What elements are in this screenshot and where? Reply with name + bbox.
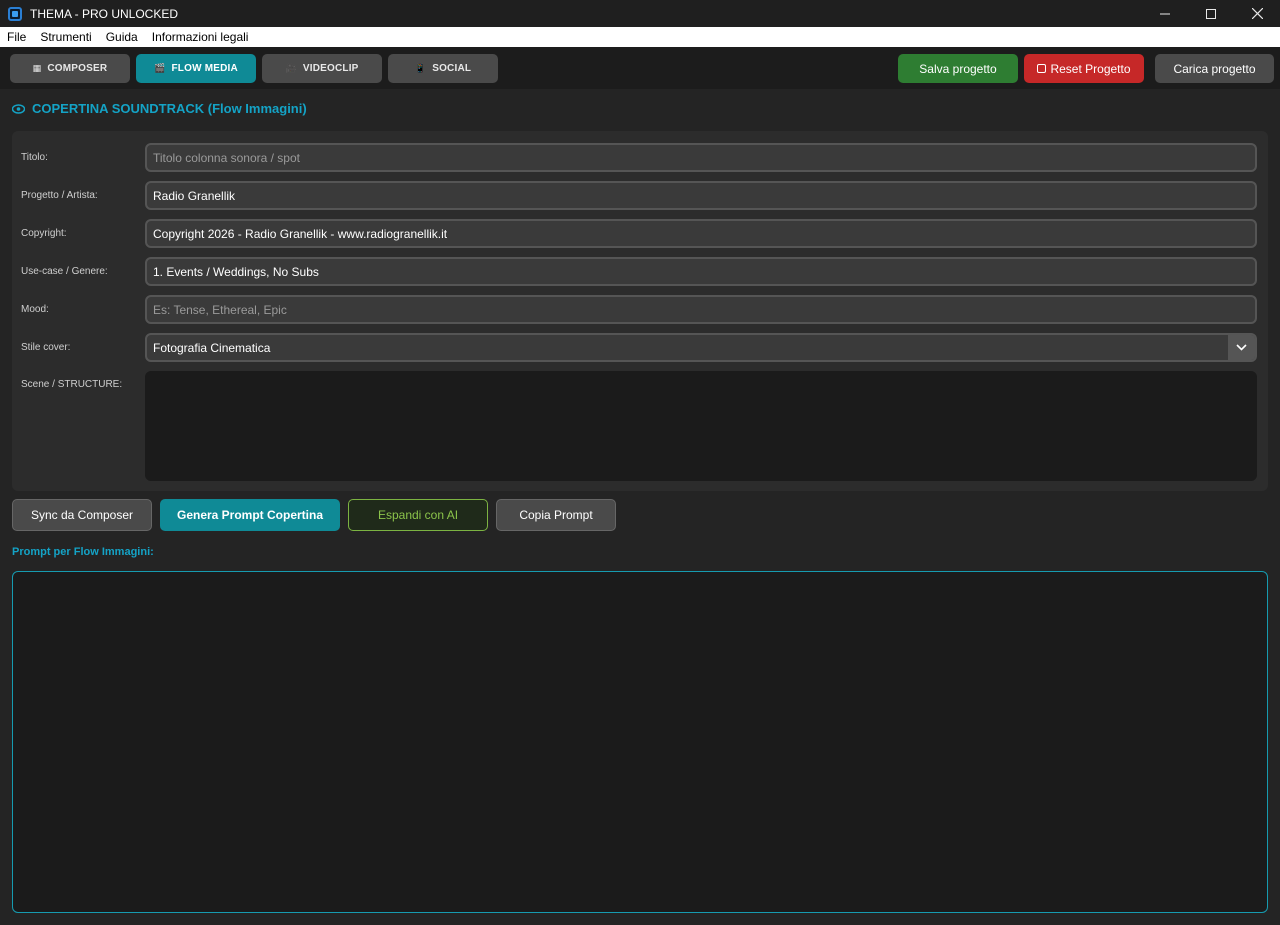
menu-bar: File Strumenti Guida Informazioni legali xyxy=(0,27,1280,47)
mood-input[interactable]: Es: Tense, Ethereal, Epic xyxy=(145,295,1257,324)
tab-videoclip-label: VIDEOCLIP xyxy=(302,63,359,74)
scene-textarea[interactable] xyxy=(145,371,1257,481)
chevron-down-icon[interactable] xyxy=(1228,335,1255,360)
mood-label: Mood: xyxy=(21,304,49,315)
title-bar: THEMA - PRO UNLOCKED xyxy=(0,0,1280,27)
tab-videoclip[interactable]: 🎥 VIDEOCLIP xyxy=(262,54,382,83)
tab-composer[interactable]: ▦ COMPOSER xyxy=(10,54,130,83)
minimize-icon[interactable] xyxy=(1142,0,1188,27)
composer-icon: ▦ xyxy=(32,63,42,73)
section-title: COPERTINA SOUNDTRACK (Flow Immagini) xyxy=(32,101,307,116)
artista-input[interactable]: Radio Granellik xyxy=(145,181,1257,210)
eye-icon xyxy=(12,103,25,114)
close-icon[interactable] xyxy=(1234,0,1280,27)
toolbar: ▦ COMPOSER 🎬 FLOW MEDIA 🎥 VIDEOCLIP 📱 SO… xyxy=(0,47,1280,89)
copy-prompt-button[interactable]: Copia Prompt xyxy=(496,499,616,531)
usecase-input[interactable]: 1. Events / Weddings, No Subs xyxy=(145,257,1257,286)
tab-composer-label: COMPOSER xyxy=(47,63,108,74)
stile-label: Stile cover: xyxy=(21,342,71,353)
video-camera-icon: 🎥 xyxy=(285,63,297,73)
copyright-label: Copyright: xyxy=(21,228,67,239)
generate-prompt-button[interactable]: Genera Prompt Copertina xyxy=(160,499,340,531)
artista-label: Progetto / Artista: xyxy=(21,190,98,201)
clapperboard-icon: 🎬 xyxy=(154,63,166,73)
reset-project-button[interactable]: Reset Progetto xyxy=(1024,54,1144,83)
phone-icon: 📱 xyxy=(414,63,427,73)
menu-informazioni-legali[interactable]: Informazioni legali xyxy=(152,30,249,44)
menu-file[interactable]: File xyxy=(7,30,26,44)
titolo-input[interactable]: Titolo colonna sonora / spot xyxy=(145,143,1257,172)
menu-guida[interactable]: Guida xyxy=(106,30,138,44)
usecase-label: Use-case / Genere: xyxy=(21,266,108,277)
sync-composer-button[interactable]: Sync da Composer xyxy=(12,499,152,531)
scene-label: Scene / STRUCTURE: xyxy=(21,379,123,390)
load-project-button[interactable]: Carica progetto xyxy=(1155,54,1274,83)
save-project-button[interactable]: Salva progetto xyxy=(898,54,1018,83)
app-icon xyxy=(8,6,22,21)
section-header: COPERTINA SOUNDTRACK (Flow Immagini) xyxy=(12,101,307,116)
tab-flow-media-label: FLOW MEDIA xyxy=(171,63,238,74)
stile-select-value: Fotografia Cinematica xyxy=(153,340,271,355)
tab-social[interactable]: 📱 SOCIAL xyxy=(388,54,498,83)
titolo-label: Titolo: xyxy=(21,152,48,163)
menu-strumenti[interactable]: Strumenti xyxy=(40,30,91,44)
expand-ai-button[interactable]: Espandi con AI xyxy=(348,499,488,531)
stile-select[interactable]: Fotografia Cinematica xyxy=(145,333,1257,362)
reset-icon xyxy=(1037,64,1047,73)
tab-flow-media[interactable]: 🎬 FLOW MEDIA xyxy=(136,54,256,83)
tab-social-label: SOCIAL xyxy=(432,63,472,74)
maximize-icon[interactable] xyxy=(1188,0,1234,27)
output-label: Prompt per Flow Immagini: xyxy=(12,546,154,558)
window-title: THEMA - PRO UNLOCKED xyxy=(30,6,179,21)
copyright-input[interactable]: Copyright 2026 - Radio Granellik - www.r… xyxy=(145,219,1257,248)
reset-project-label: Reset Progetto xyxy=(1050,61,1131,76)
prompt-output-textarea[interactable] xyxy=(12,571,1268,913)
form-panel: Titolo: Titolo colonna sonora / spot Pro… xyxy=(12,131,1268,491)
